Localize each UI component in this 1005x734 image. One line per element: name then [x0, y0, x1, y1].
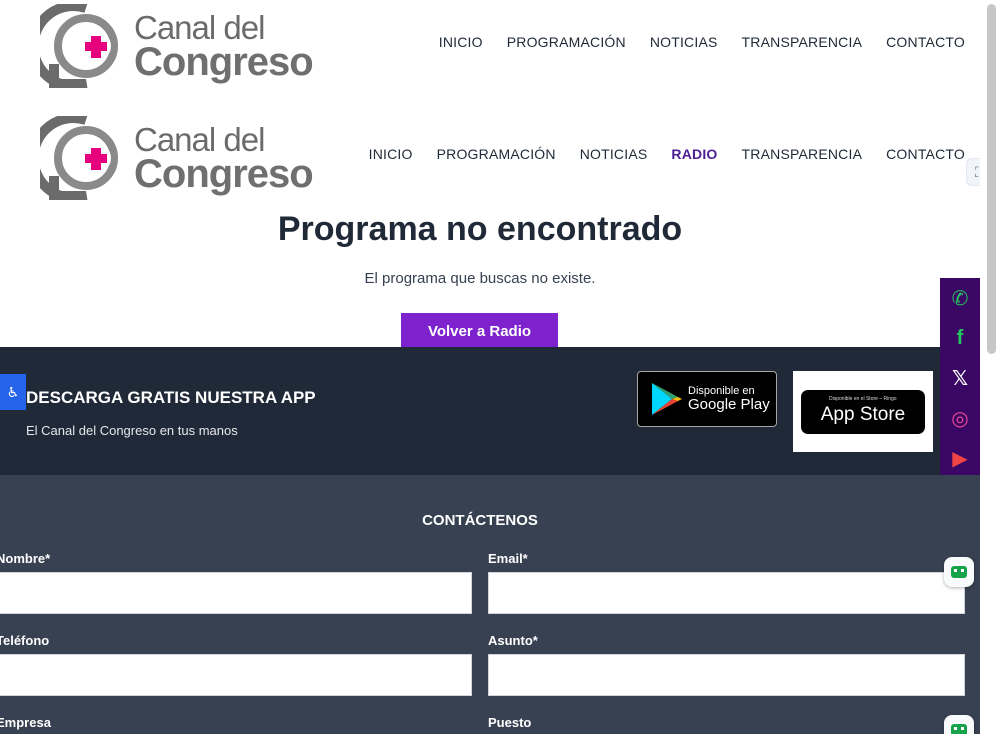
canal-congreso-logo-icon [40, 116, 118, 200]
not-found-message: El programa que buscas no existe. [364, 270, 596, 287]
main-nav: INICIO PROGRAMACIÓN NOTICIAS TRANSPARENC… [439, 34, 965, 50]
contact-section: CONTÁCTENOS Nombre* Email* Teléfono Asun… [0, 475, 980, 734]
nombre-field[interactable] [0, 572, 472, 614]
app-store-small: Disponible en el Store – Ringo [829, 395, 897, 402]
page-title: Programa no encontrado [277, 210, 683, 248]
nombre-label: Nombre* [0, 551, 51, 566]
app-title: DESCARGA GRATIS NUESTRA APP [26, 388, 316, 407]
scrollbar-thumb[interactable] [987, 4, 996, 354]
instagram-icon[interactable]: ◎ [940, 398, 980, 438]
app-store-badge[interactable]: Disponible en el Store – Ringo App Store [801, 389, 925, 434]
whatsapp-icon[interactable]: ✆ [940, 278, 980, 318]
telefono-label: Teléfono [0, 633, 50, 648]
asunto-field[interactable] [488, 654, 965, 696]
logo-line2: Congreso [134, 151, 314, 196]
youtube-icon[interactable]: ▶ [940, 438, 980, 478]
asunto-label: Asunto* [488, 633, 538, 648]
app-store-big: App Store [820, 403, 906, 425]
nav-inicio[interactable]: INICIO [439, 34, 483, 50]
site-logo[interactable]: Canal del Congreso [40, 2, 330, 90]
contact-title: CONTÁCTENOS [422, 512, 538, 529]
nav-transparencia[interactable]: TRANSPARENCIA [742, 34, 863, 50]
site-logo-secondary[interactable]: Canal del Congreso [40, 114, 330, 202]
chatbot-icon-secondary[interactable] [944, 715, 974, 734]
email-label: Email* [488, 551, 528, 566]
scrollbar[interactable] [980, 0, 1005, 734]
empresa-label: Empresa [0, 715, 51, 730]
canal-congreso-logo-icon [40, 4, 118, 88]
facebook-icon[interactable]: f [940, 318, 980, 358]
logo-line1: Canal del [134, 8, 265, 46]
nav-noticias[interactable]: NOTICIAS [650, 34, 718, 50]
telefono-field[interactable] [0, 654, 472, 696]
google-play-badge[interactable]: Disponible en Google Play [637, 371, 777, 427]
nav-transparencia[interactable]: TRANSPARENCIA [742, 146, 863, 162]
site-header-secondary: Canal del Congreso INICIO PROGRAMACIÓN N… [0, 112, 980, 222]
site-header: Canal del Congreso INICIO PROGRAMACIÓN N… [0, 0, 980, 110]
email-field[interactable] [488, 572, 965, 614]
secondary-nav: INICIO PROGRAMACIÓN NOTICIAS RADIO TRANS… [369, 146, 965, 162]
nav-programacion[interactable]: PROGRAMACIÓN [437, 146, 556, 162]
logo-line2: Congreso [134, 39, 314, 84]
google-play-icon [652, 383, 682, 415]
x-icon[interactable]: 𝕏 [940, 358, 980, 398]
app-download-section: ♿ DESCARGA GRATIS NUESTRA APP El Canal d… [0, 347, 980, 475]
nav-contacto[interactable]: CONTACTO [886, 34, 965, 50]
puesto-label: Puesto [488, 715, 532, 730]
logo-line1: Canal del [134, 120, 265, 158]
google-play-small: Disponible en [688, 384, 755, 397]
nav-noticias[interactable]: NOTICIAS [580, 146, 648, 162]
nav-programacion[interactable]: PROGRAMACIÓN [507, 34, 626, 50]
google-play-big: Google Play [688, 395, 770, 413]
app-store-badge-frame: Disponible en el Store – Ringo App Store [793, 371, 933, 452]
chatbot-icon[interactable] [944, 557, 974, 587]
app-subtitle: El Canal del Congreso en tus manos [26, 423, 238, 438]
accessibility-icon[interactable]: ♿ [0, 374, 26, 410]
nav-contacto[interactable]: CONTACTO [886, 146, 965, 162]
nav-inicio[interactable]: INICIO [369, 146, 413, 162]
nav-radio[interactable]: RADIO [671, 146, 717, 162]
